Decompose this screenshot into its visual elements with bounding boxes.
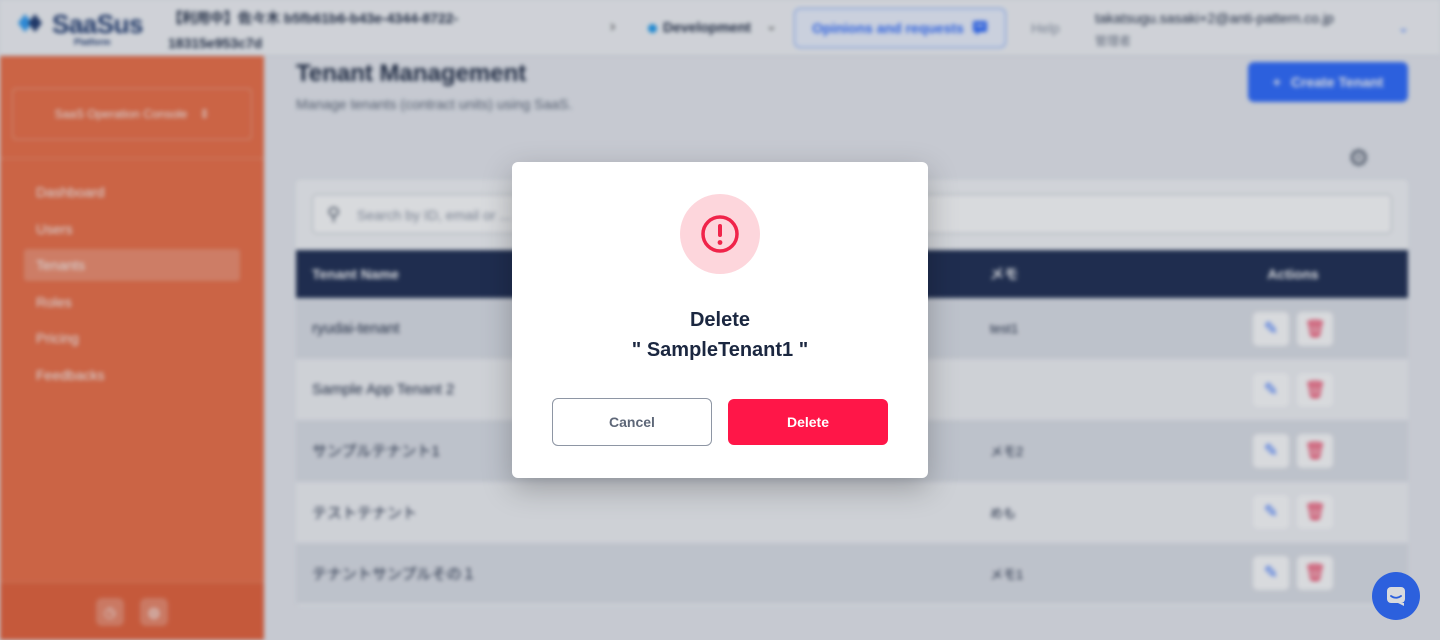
- delete-confirm-dialog: Delete " SampleTenant1 " Cancel Delete: [512, 162, 928, 478]
- dialog-title: Delete: [689, 309, 751, 331]
- alert-icon: [701, 215, 739, 253]
- cancel-button[interactable]: Cancel: [552, 398, 712, 446]
- dialog-target-name: " SampleTenant1 ": [631, 339, 809, 361]
- alert-badge: [680, 194, 760, 274]
- delete-button[interactable]: Delete: [728, 399, 888, 445]
